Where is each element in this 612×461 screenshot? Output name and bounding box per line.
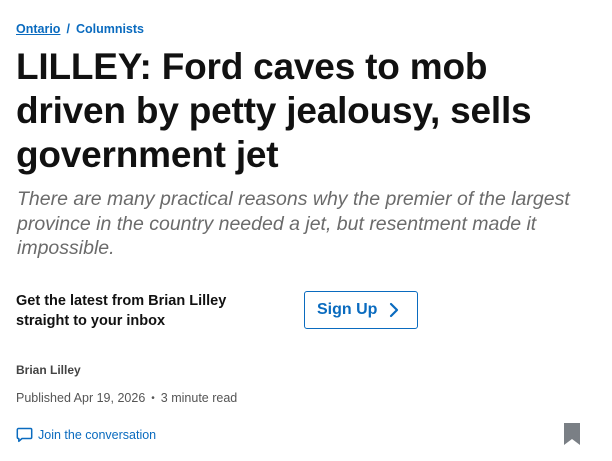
article-meta: Published Apr 19, 2026 • 3 minute read [16,391,237,405]
sign-up-button[interactable]: Sign Up [304,291,418,329]
sign-up-button-label: Sign Up [317,301,378,318]
meta-separator: • [151,393,155,404]
chevron-right-icon [387,302,401,318]
breadcrumb-separator: / [66,22,70,36]
breadcrumb-link-ontario[interactable]: Ontario [16,22,60,36]
breadcrumb-link-columnists[interactable]: Columnists [76,22,144,36]
breadcrumb: Ontario / Columnists [16,22,144,36]
join-conversation-label: Join the conversation [38,428,157,442]
article-header: Ontario / Columnists LILLEY: Ford caves to… [0,0,612,461]
newsletter-prompt-line2: straight to your inbox [16,313,166,329]
read-time: 3 minute read [160,391,238,405]
join-conversation-link[interactable]: Join the conversation [16,427,156,443]
newsletter-prompt: Get the latest from Brian Lilley straigh… [16,291,276,331]
comment-bubble-icon [16,427,33,443]
article-deck: There are many practical reasons why the… [17,188,570,259]
article-headline: LILLEY: Ford caves to mob driven by pett… [16,46,532,175]
newsletter-prompt-line1: Get the latest from Brian Lilley [16,293,227,309]
bookmark-icon[interactable] [563,422,581,446]
published-date: Published Apr 19, 2026 [16,391,146,405]
author-name[interactable]: Brian Lilley [16,363,81,377]
